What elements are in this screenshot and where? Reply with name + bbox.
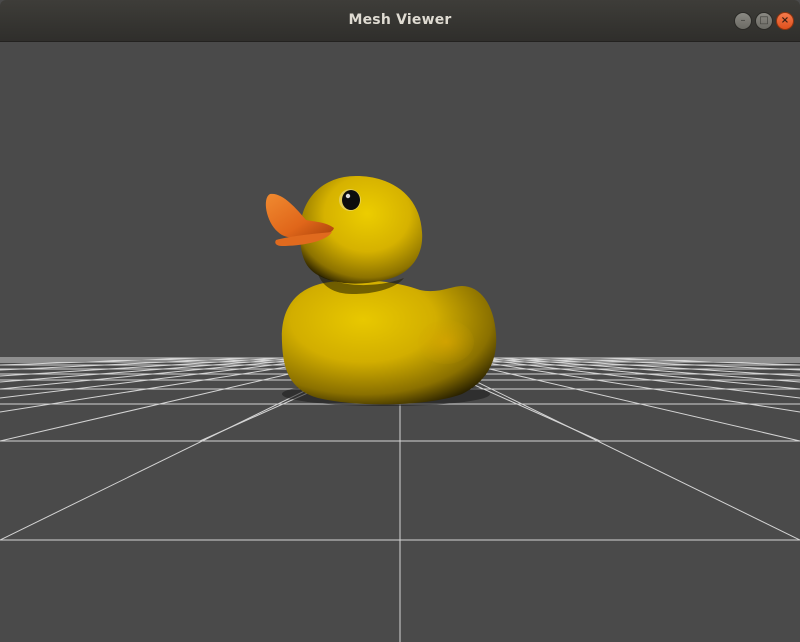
close-button[interactable]: × <box>776 12 794 30</box>
mesh-viewer-window: Mesh Viewer – □ × <box>0 0 800 642</box>
duck-model[interactable] <box>265 176 497 406</box>
duck-eye <box>342 190 360 210</box>
3d-viewport[interactable] <box>0 42 800 642</box>
maximize-button[interactable]: □ <box>755 12 773 30</box>
duck-wing <box>418 320 474 364</box>
minimize-button[interactable]: – <box>734 12 752 30</box>
minimize-icon: – <box>740 15 746 26</box>
window-title: Mesh Viewer <box>348 12 452 28</box>
scene-canvas <box>0 176 800 642</box>
window-controls: – □ × <box>734 12 794 30</box>
maximize-icon: □ <box>759 15 769 26</box>
close-icon: × <box>780 15 790 26</box>
title-bar[interactable]: Mesh Viewer – □ × <box>0 0 800 42</box>
duck-eye-highlight <box>345 193 351 199</box>
